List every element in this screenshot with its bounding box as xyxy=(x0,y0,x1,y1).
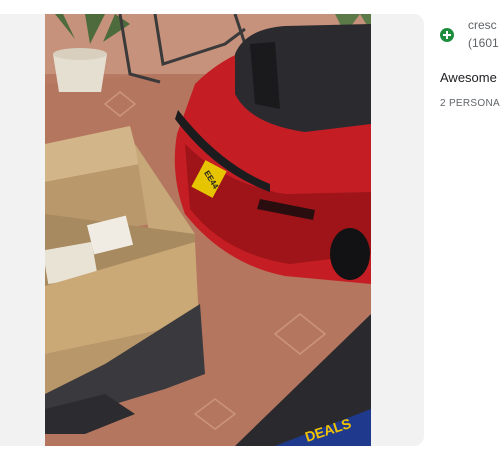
plus-circle-icon[interactable] xyxy=(440,28,454,42)
review-author-subtext: (1601 xyxy=(468,36,499,50)
review-photo[interactable]: DEALS EE44 xyxy=(45,14,371,446)
review-author-name[interactable]: cresc xyxy=(468,18,497,32)
review-author-row[interactable]: cresc (1601 xyxy=(438,18,500,58)
review-panel: cresc (1601 Awesome 2 PERSONA xyxy=(424,14,500,446)
review-text: Awesome xyxy=(440,70,497,85)
review-meta: 2 PERSONA xyxy=(440,98,500,109)
photo-viewer[interactable]: DEALS EE44 xyxy=(0,14,424,446)
